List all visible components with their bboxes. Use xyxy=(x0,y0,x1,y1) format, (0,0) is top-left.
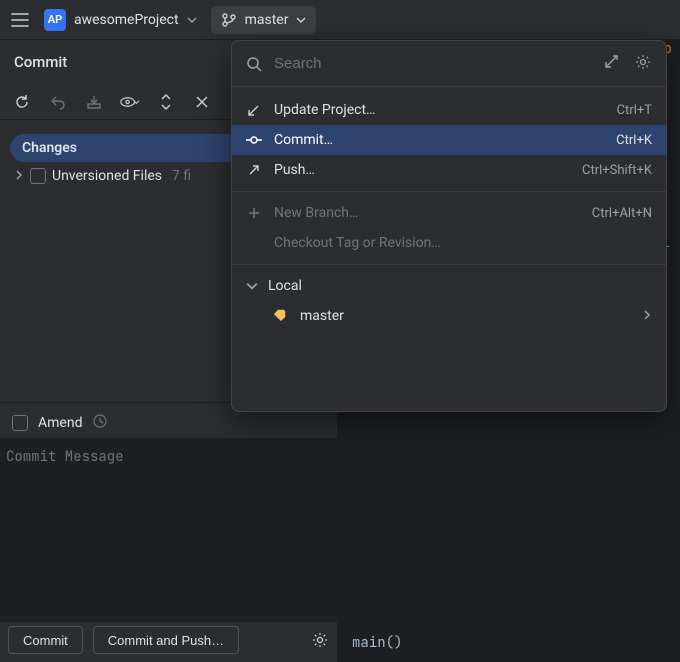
vcs-popup: Update Project… Ctrl+T Commit… Ctrl+K Pu… xyxy=(231,40,667,412)
menu-shortcut: Ctrl+T xyxy=(617,103,652,118)
project-selector[interactable]: AP awesomeProject xyxy=(40,6,205,34)
chevron-right-icon xyxy=(14,168,24,184)
chevron-down-icon xyxy=(187,15,197,25)
plus-icon xyxy=(246,206,262,220)
fetch-icon[interactable] xyxy=(604,53,620,75)
local-branch-master[interactable]: master xyxy=(232,301,666,331)
branch-selector[interactable]: master xyxy=(211,6,317,34)
group-by-icon[interactable] xyxy=(192,92,212,112)
menu-shortcut: Ctrl+Alt+N xyxy=(592,206,652,221)
branch-icon xyxy=(221,12,237,28)
editor-status-text: main() xyxy=(352,634,402,652)
menu-item-commit[interactable]: Commit… Ctrl+K xyxy=(232,125,666,155)
chevron-down-icon xyxy=(246,280,258,292)
menu-item-push[interactable]: Push… Ctrl+Shift+K xyxy=(232,155,666,185)
unversioned-label: Unversioned Files xyxy=(52,168,162,184)
chevron-down-icon xyxy=(296,15,306,25)
branch-name: master xyxy=(245,12,289,28)
local-branches-header[interactable]: Local xyxy=(232,271,666,301)
menu-shortcut: Ctrl+Shift+K xyxy=(582,163,652,178)
chevron-right-icon xyxy=(642,308,652,324)
shelve-icon[interactable] xyxy=(84,92,104,112)
history-icon[interactable] xyxy=(92,413,108,433)
vcs-search-input[interactable] xyxy=(274,55,592,72)
menu-item-label: Push… xyxy=(274,162,315,178)
project-name: awesomeProject xyxy=(74,12,179,28)
commit-message-input[interactable]: Commit Message xyxy=(0,438,337,622)
rollback-icon[interactable] xyxy=(48,92,68,112)
local-label: Local xyxy=(268,278,302,294)
project-icon: AP xyxy=(44,9,66,31)
menu-item-update-project[interactable]: Update Project… Ctrl+T xyxy=(232,95,666,125)
gear-icon[interactable] xyxy=(634,53,652,75)
branch-label: master xyxy=(300,308,344,324)
commit-settings-icon[interactable] xyxy=(311,631,329,649)
commit-icon xyxy=(246,133,262,147)
show-diff-icon[interactable] xyxy=(120,92,140,112)
amend-label: Amend xyxy=(38,415,82,431)
menu-item-label: New Branch… xyxy=(274,205,358,221)
commit-button[interactable]: Commit xyxy=(8,626,83,654)
bookmark-icon xyxy=(274,307,288,325)
menu-separator xyxy=(232,264,666,265)
menu-shortcut: Ctrl+K xyxy=(616,133,652,148)
menu-item-new-branch[interactable]: New Branch… Ctrl+Alt+N xyxy=(232,198,666,228)
main-menu-button[interactable] xyxy=(6,6,34,34)
unversioned-checkbox[interactable] xyxy=(30,168,46,184)
menu-item-label: Commit… xyxy=(274,132,333,148)
menu-item-checkout-tag[interactable]: Checkout Tag or Revision… xyxy=(232,228,666,258)
amend-checkbox[interactable] xyxy=(12,415,28,431)
menu-item-label: Checkout Tag or Revision… xyxy=(274,235,441,251)
commit-and-push-button[interactable]: Commit and Push… xyxy=(93,626,239,654)
menu-item-label: Update Project… xyxy=(274,102,375,118)
menu-separator xyxy=(232,191,666,192)
update-icon xyxy=(246,103,262,117)
unversioned-count: 7 fi xyxy=(172,168,191,184)
search-icon xyxy=(246,56,262,72)
refresh-icon[interactable] xyxy=(12,92,32,112)
expand-collapse-icon[interactable] xyxy=(156,92,176,112)
push-icon xyxy=(246,163,262,177)
